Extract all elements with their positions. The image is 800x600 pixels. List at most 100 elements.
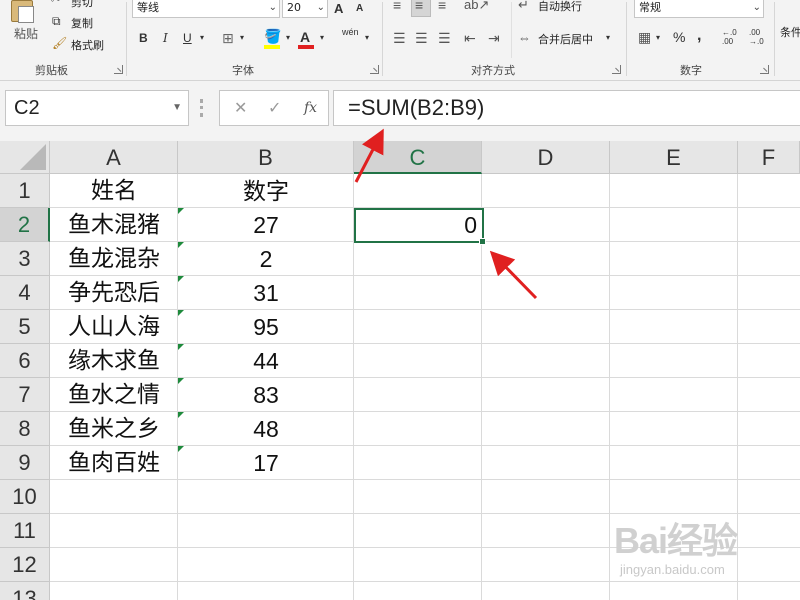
cell-a6[interactable]: 缘木求鱼 xyxy=(50,344,178,378)
bold-button[interactable]: B xyxy=(139,32,148,44)
decrease-indent-icon[interactable]: ⇤ xyxy=(464,31,476,45)
fill-color-icon[interactable]: 🪣 xyxy=(264,29,281,43)
fill-color-dropdown-icon[interactable]: ▾ xyxy=(286,34,290,42)
alignment-launcher-icon[interactable] xyxy=(612,65,621,74)
underline-button[interactable]: U xyxy=(183,32,192,44)
cell-a4[interactable]: 争先恐后 xyxy=(50,276,178,310)
resize-grip[interactable] xyxy=(200,99,203,117)
select-all-corner[interactable] xyxy=(0,141,50,174)
row-header-6[interactable]: 6 xyxy=(0,344,50,378)
cell-b5[interactable]: 95 xyxy=(178,310,354,344)
insert-function-icon[interactable]: fx xyxy=(304,100,317,116)
row-header-9[interactable]: 9 xyxy=(0,446,50,480)
italic-button[interactable]: I xyxy=(163,32,168,44)
cell-b1[interactable]: 数字 xyxy=(178,174,354,208)
align-middle-icon[interactable]: ≡ xyxy=(415,0,423,12)
comma-style-button[interactable]: , xyxy=(697,28,701,44)
font-size-combo[interactable]: 20 ⌄ xyxy=(282,0,328,18)
conditional-format-button[interactable]: 条件 xyxy=(780,24,800,40)
borders-dropdown-icon[interactable]: ▾ xyxy=(240,34,244,42)
underline-dropdown-icon[interactable]: ▾ xyxy=(200,34,204,42)
shrink-font-icon[interactable]: A xyxy=(356,4,363,14)
formula-input[interactable]: =SUM(B2:B9) xyxy=(333,90,800,126)
format-painter-button[interactable]: 格式刷 xyxy=(71,37,104,53)
cell-a7[interactable]: 鱼水之情 xyxy=(50,378,178,412)
cell-b3[interactable]: 2 xyxy=(178,242,354,276)
row-header-8[interactable]: 8 xyxy=(0,412,50,446)
phonetic-dropdown-icon[interactable]: ▾ xyxy=(365,34,369,42)
accounting-dropdown-icon[interactable]: ▾ xyxy=(656,34,660,42)
row-header-4[interactable]: 4 xyxy=(0,276,50,310)
row-header-3[interactable]: 3 xyxy=(0,242,50,276)
cell-b7[interactable]: 83 xyxy=(178,378,354,412)
cell-b9[interactable]: 17 xyxy=(178,446,354,480)
number-launcher-icon[interactable] xyxy=(760,65,769,74)
orientation-icon[interactable]: ab↗ xyxy=(464,0,489,11)
cell-a8[interactable]: 鱼米之乡 xyxy=(50,412,178,446)
column-header-5[interactable]: E xyxy=(610,141,738,174)
align-center-icon[interactable]: ☰ xyxy=(415,31,428,45)
cell-a5[interactable]: 人山人海 xyxy=(50,310,178,344)
clipboard-launcher-icon[interactable] xyxy=(114,65,123,74)
selected-cell-c2[interactable]: 0 xyxy=(354,208,484,243)
cell-b8[interactable]: 48 xyxy=(178,412,354,446)
font-launcher-icon[interactable] xyxy=(370,65,379,74)
cell-a3[interactable]: 鱼龙混杂 xyxy=(50,242,178,276)
wrap-text-icon[interactable]: ↵ xyxy=(518,0,529,11)
borders-icon[interactable]: ⊞ xyxy=(222,31,234,45)
column-header-1[interactable]: A xyxy=(50,141,178,174)
format-painter-icon[interactable]: 🖌 xyxy=(52,37,67,49)
increase-decimal-button[interactable]: ←.0 .00 xyxy=(722,28,744,46)
paste-icon[interactable] xyxy=(8,0,38,24)
column-header-6[interactable]: F xyxy=(738,141,800,174)
cut-icon[interactable]: ✂ xyxy=(51,0,60,6)
cell-b4[interactable]: 31 xyxy=(178,276,354,310)
increase-indent-icon[interactable]: ⇥ xyxy=(488,31,500,45)
row-header-12[interactable]: 12 xyxy=(0,548,50,582)
align-bottom-icon[interactable]: ≡ xyxy=(438,0,446,12)
column-header-3[interactable]: C xyxy=(354,141,482,174)
row-header-1[interactable]: 1 xyxy=(0,174,50,208)
number-as-text-indicator xyxy=(178,310,184,316)
align-left-icon[interactable]: ☰ xyxy=(393,31,406,45)
phonetic-guide-icon[interactable]: wén xyxy=(342,28,359,37)
cell-a9[interactable]: 鱼肉百姓 xyxy=(50,446,178,480)
cell-b6[interactable]: 44 xyxy=(178,344,354,378)
row-header-5[interactable]: 5 xyxy=(0,310,50,344)
number-as-text-indicator xyxy=(178,276,184,282)
paste-button[interactable]: 粘贴 xyxy=(14,25,38,42)
cell-b2[interactable]: 27 xyxy=(178,208,354,242)
decrease-decimal-button[interactable]: .00 →.0 xyxy=(749,28,771,46)
align-top-icon[interactable]: ≡ xyxy=(393,0,401,12)
percent-style-button[interactable]: % xyxy=(673,30,685,44)
row-header-13[interactable]: 13 xyxy=(0,582,50,600)
cut-button[interactable]: 剪切 xyxy=(71,0,93,10)
number-group-label: 数字 xyxy=(680,64,702,77)
enter-icon[interactable]: ✓ xyxy=(268,98,281,118)
align-right-icon[interactable]: ☰ xyxy=(438,31,451,45)
row-header-11[interactable]: 11 xyxy=(0,514,50,548)
fill-handle[interactable] xyxy=(479,238,486,245)
name-box[interactable]: C2 ▼ xyxy=(5,90,189,126)
copy-button[interactable]: 复制 xyxy=(71,15,93,31)
font-name-combo[interactable]: 等线 ⌄ xyxy=(132,0,280,18)
merge-center-icon[interactable]: ⇔ xyxy=(518,31,531,44)
cell-a2[interactable]: 鱼木混猪 xyxy=(50,208,178,242)
number-format-combo[interactable]: 常规 ⌄ xyxy=(634,0,764,18)
merge-dropdown-icon[interactable]: ▾ xyxy=(606,34,610,42)
column-header-2[interactable]: B xyxy=(178,141,354,174)
merge-center-button[interactable]: 合并后居中 xyxy=(538,31,593,47)
accounting-format-icon[interactable]: ▦ xyxy=(638,30,651,44)
cancel-icon[interactable]: ✕ xyxy=(234,98,247,118)
wrap-text-button[interactable]: 自动换行 xyxy=(538,0,582,14)
grow-font-icon[interactable]: A xyxy=(334,2,343,15)
column-header-4[interactable]: D xyxy=(482,141,610,174)
cell-a1[interactable]: 姓名 xyxy=(50,174,178,208)
alignment-group-label: 对齐方式 xyxy=(471,64,515,77)
copy-icon[interactable]: ⧉ xyxy=(52,15,61,27)
row-header-2[interactable]: 2 xyxy=(0,208,50,242)
font-color-dropdown-icon[interactable]: ▾ xyxy=(320,34,324,42)
font-color-icon[interactable]: A xyxy=(300,30,310,44)
row-header-7[interactable]: 7 xyxy=(0,378,50,412)
row-header-10[interactable]: 10 xyxy=(0,480,50,514)
